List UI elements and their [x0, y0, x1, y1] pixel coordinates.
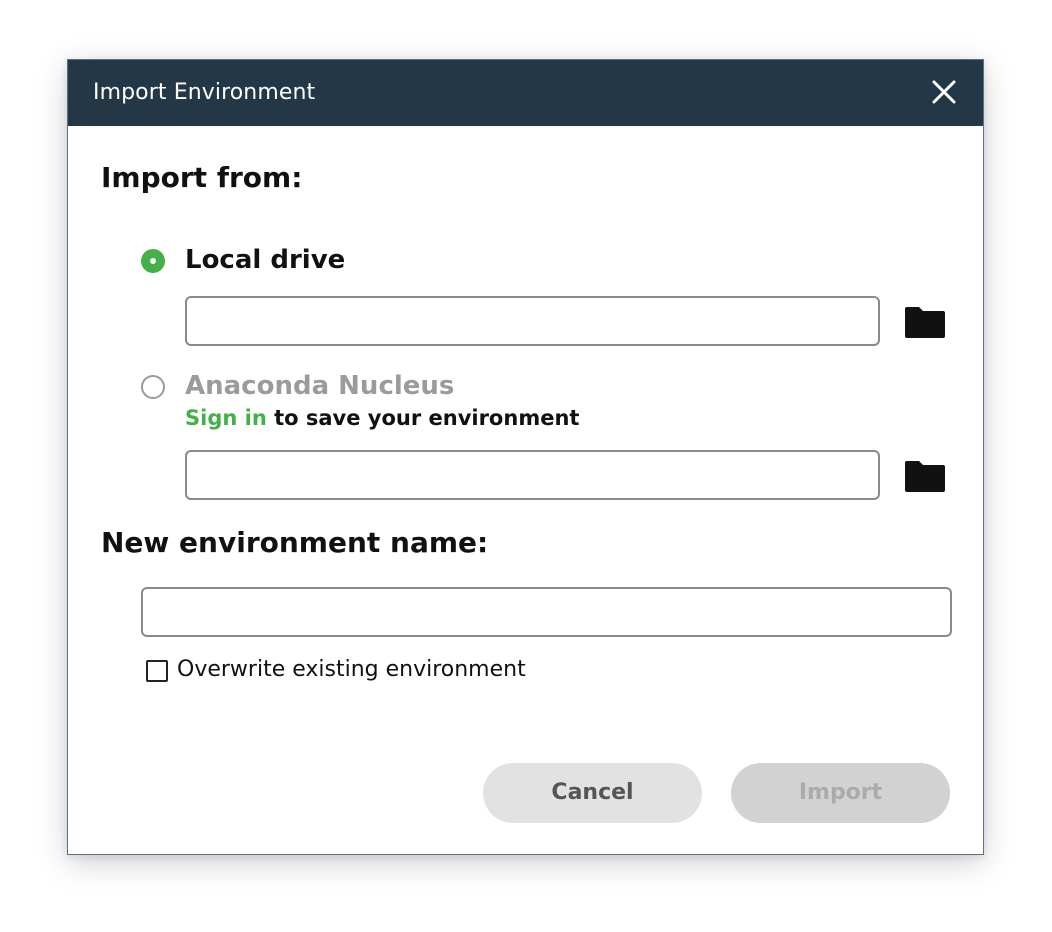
local-drive-path-input[interactable] — [185, 296, 880, 346]
local-drive-radio[interactable] — [141, 249, 165, 273]
dialog-title: Import Environment — [93, 80, 316, 105]
anaconda-nucleus-label[interactable]: Anaconda Nucleus — [185, 371, 454, 401]
sign-in-hint-text: to save your environment — [266, 406, 580, 430]
close-icon[interactable] — [929, 77, 959, 107]
sign-in-hint: Sign in to save your environment — [185, 406, 579, 430]
folder-icon[interactable] — [904, 459, 946, 493]
import-from-label: Import from: — [101, 161, 303, 194]
overwrite-checkbox[interactable] — [146, 660, 168, 682]
folder-icon[interactable] — [904, 305, 946, 339]
cancel-button[interactable]: Cancel — [483, 763, 702, 823]
new-environment-name-label: New environment name: — [101, 526, 489, 559]
environment-name-input[interactable] — [141, 587, 952, 637]
local-drive-label[interactable]: Local drive — [185, 245, 345, 275]
nucleus-path-input[interactable] — [185, 450, 880, 500]
overwrite-label[interactable]: Overwrite existing environment — [177, 657, 526, 683]
import-environment-dialog: Import Environment Import from: Local dr… — [67, 59, 984, 855]
sign-in-link[interactable]: Sign in — [185, 406, 267, 430]
import-button[interactable]: Import — [731, 763, 950, 823]
dialog-titlebar: Import Environment — [68, 60, 983, 126]
anaconda-nucleus-radio[interactable] — [141, 375, 165, 399]
